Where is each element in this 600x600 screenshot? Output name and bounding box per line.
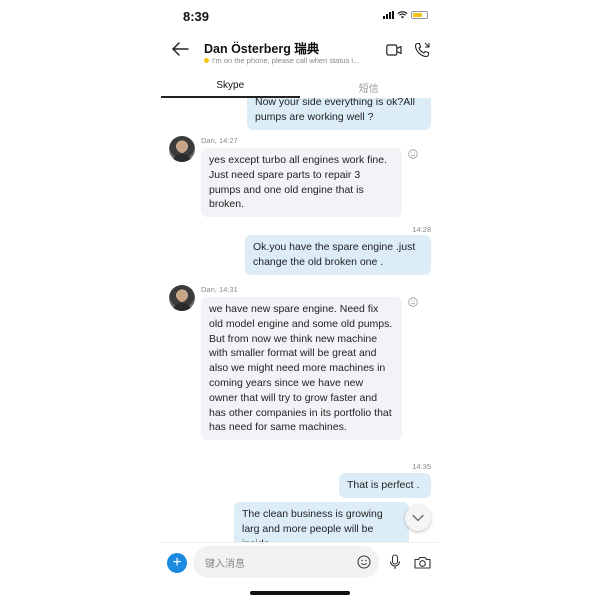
- outgoing-message[interactable]: That is perfect .: [339, 473, 431, 498]
- composer-bar: + 键入消息: [161, 542, 438, 581]
- sender-name: Dan: [201, 136, 215, 145]
- status-time: 8:39: [183, 9, 210, 24]
- message-list[interactable]: Now your side everything is ok?All pumps…: [161, 98, 438, 542]
- message-time: 14:31: [218, 285, 238, 294]
- video-call-icon[interactable]: [386, 44, 402, 56]
- message-meta: Dan, 14:27: [201, 136, 238, 145]
- microphone-icon[interactable]: [389, 554, 401, 570]
- outgoing-message[interactable]: Ok.you have the spare engine .just chang…: [245, 235, 431, 275]
- presence-dot-icon: [204, 58, 209, 63]
- message-input[interactable]: 键入消息: [193, 546, 379, 578]
- chat-header: Dan Österberg 瑞典 I'm on the phone, pleas…: [161, 32, 438, 72]
- tab-bar: Skype 短信: [161, 74, 438, 98]
- smiley-icon[interactable]: [408, 149, 418, 159]
- incoming-message[interactable]: yes except turbo all engines work fine. …: [201, 148, 402, 218]
- message-time: 14:35: [412, 462, 431, 471]
- tab-skype[interactable]: Skype: [161, 74, 300, 98]
- message-meta: Dan, 14:31: [201, 285, 238, 294]
- phone-screen: 8:39 Dan Österberg 瑞典 I'm on the phone, …: [161, 0, 438, 600]
- smiley-icon[interactable]: [408, 297, 418, 307]
- wifi-icon: [397, 11, 408, 19]
- tab-sms[interactable]: 短信: [300, 74, 439, 98]
- sender-name: Dan: [201, 285, 215, 294]
- cellular-signal-icon: [383, 11, 394, 19]
- outgoing-message[interactable]: Now your side everything is ok?All pumps…: [247, 98, 431, 130]
- status-message: I'm on the phone, please call when statu…: [212, 56, 360, 65]
- message-input-placeholder: 键入消息: [205, 558, 245, 570]
- contact-name[interactable]: Dan Österberg 瑞典: [204, 38, 319, 57]
- status-icons: [383, 11, 428, 19]
- message-time: 14:28: [412, 225, 431, 234]
- presence-status: I'm on the phone, please call when statu…: [204, 56, 379, 65]
- contact-avatar[interactable]: [169, 136, 195, 162]
- plus-icon: +: [172, 554, 182, 571]
- back-arrow-icon[interactable]: [171, 42, 189, 56]
- camera-icon[interactable]: [414, 556, 431, 569]
- audio-call-icon[interactable]: [414, 42, 430, 58]
- outgoing-message[interactable]: The clean business is growing larg and m…: [234, 502, 409, 542]
- emoji-icon[interactable]: [357, 555, 371, 569]
- chevron-down-icon: [412, 514, 424, 522]
- incoming-message[interactable]: we have new spare engine. Need fix old m…: [201, 297, 402, 441]
- contact-avatar[interactable]: [169, 285, 195, 311]
- battery-icon: [411, 11, 428, 19]
- message-time: 14:27: [218, 136, 238, 145]
- status-bar: 8:39: [161, 0, 438, 32]
- add-content-button[interactable]: +: [167, 553, 187, 573]
- home-indicator: [250, 591, 350, 595]
- scroll-to-bottom-button[interactable]: [405, 505, 431, 531]
